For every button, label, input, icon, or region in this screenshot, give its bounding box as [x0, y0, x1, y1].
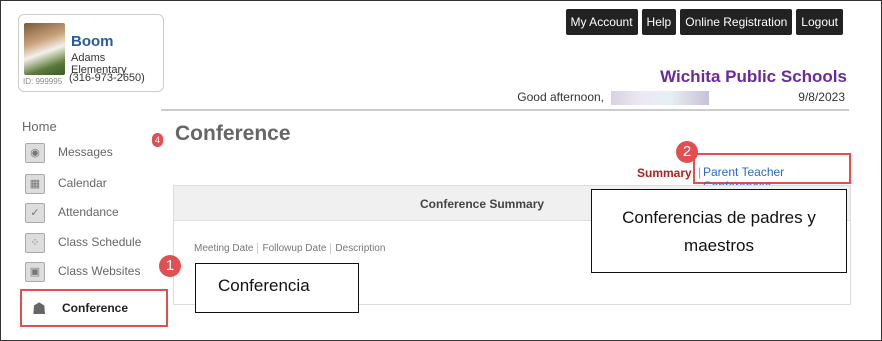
page-title: Conference — [175, 122, 291, 145]
app-frame: Boom Adams Elementary ID: 999995 (316-97… — [0, 0, 882, 341]
sidebar-item-label: Calendar — [58, 176, 107, 190]
callout-conferencia: Conferencia — [195, 263, 359, 313]
sidebar-item-class-schedule[interactable]: ⁘ Class Schedule — [20, 229, 160, 255]
student-id: ID: 999995 — [23, 77, 63, 86]
current-date: 9/8/2023 — [798, 90, 845, 104]
panel-title: Conference Summary — [420, 197, 545, 211]
redacted-name — [611, 91, 709, 105]
sidebar-item-label: Class Websites — [58, 264, 141, 278]
sidebar-item-attendance[interactable]: ✓ Attendance — [20, 199, 160, 225]
top-nav: My Account Help Online Registration Logo… — [565, 9, 843, 35]
column-followup-date[interactable]: Followup Date — [258, 243, 332, 254]
tab-separator: | — [698, 165, 702, 179]
sidebar-item-home[interactable]: Home — [22, 119, 57, 134]
greeting-row: Good afternoon, 9/8/2023 — [1, 90, 849, 110]
calendar-icon: ▦ — [25, 174, 45, 194]
column-description[interactable]: Description — [331, 243, 389, 254]
student-card[interactable]: Boom Adams Elementary ID: 999995 (316-97… — [18, 14, 164, 92]
student-photo — [24, 23, 65, 75]
school-phone: (316-973-2650) — [69, 72, 145, 84]
callout-number-1: 1 — [159, 255, 181, 277]
schedule-icon: ⁘ — [25, 233, 45, 253]
online-registration-button[interactable]: Online Registration — [680, 9, 793, 35]
people-icon: ☗ — [32, 301, 47, 318]
column-meeting-date[interactable]: Meeting Date — [190, 243, 259, 254]
checkbox-icon: ✓ — [25, 203, 45, 223]
my-account-button[interactable]: My Account — [565, 9, 638, 35]
tab-summary[interactable]: Summary — [637, 166, 692, 180]
sidebar-item-calendar[interactable]: ▦ Calendar — [20, 170, 160, 196]
sidebar-item-label: Attendance — [58, 205, 119, 219]
logout-button[interactable]: Logout — [796, 9, 843, 35]
message-icon: ◉ — [25, 143, 45, 163]
sidebar-item-conference[interactable]: ☗ Conference — [20, 289, 168, 327]
district-name: Wichita Public Schools — [660, 67, 847, 86]
website-icon: ▣ — [25, 262, 45, 282]
sidebar-item-label: Class Schedule — [58, 235, 142, 249]
sidebar-item-class-websites[interactable]: ▣ Class Websites — [20, 258, 160, 284]
greeting-text: Good afternoon, — [517, 90, 604, 104]
student-name: Boom — [71, 33, 114, 50]
sidebar-item-label: Conference — [62, 301, 129, 315]
callout-conferencias-padres-maestros: Conferencias de padres y maestros — [591, 189, 847, 273]
sidebar-item-messages[interactable]: ◉ Messages 4 — [20, 133, 163, 165]
callout-number-2: 2 — [676, 141, 698, 163]
table-header-row: Meeting Date Followup Date Description — [190, 243, 389, 254]
sidebar-item-label: Messages — [58, 145, 113, 159]
help-button[interactable]: Help — [641, 9, 677, 35]
